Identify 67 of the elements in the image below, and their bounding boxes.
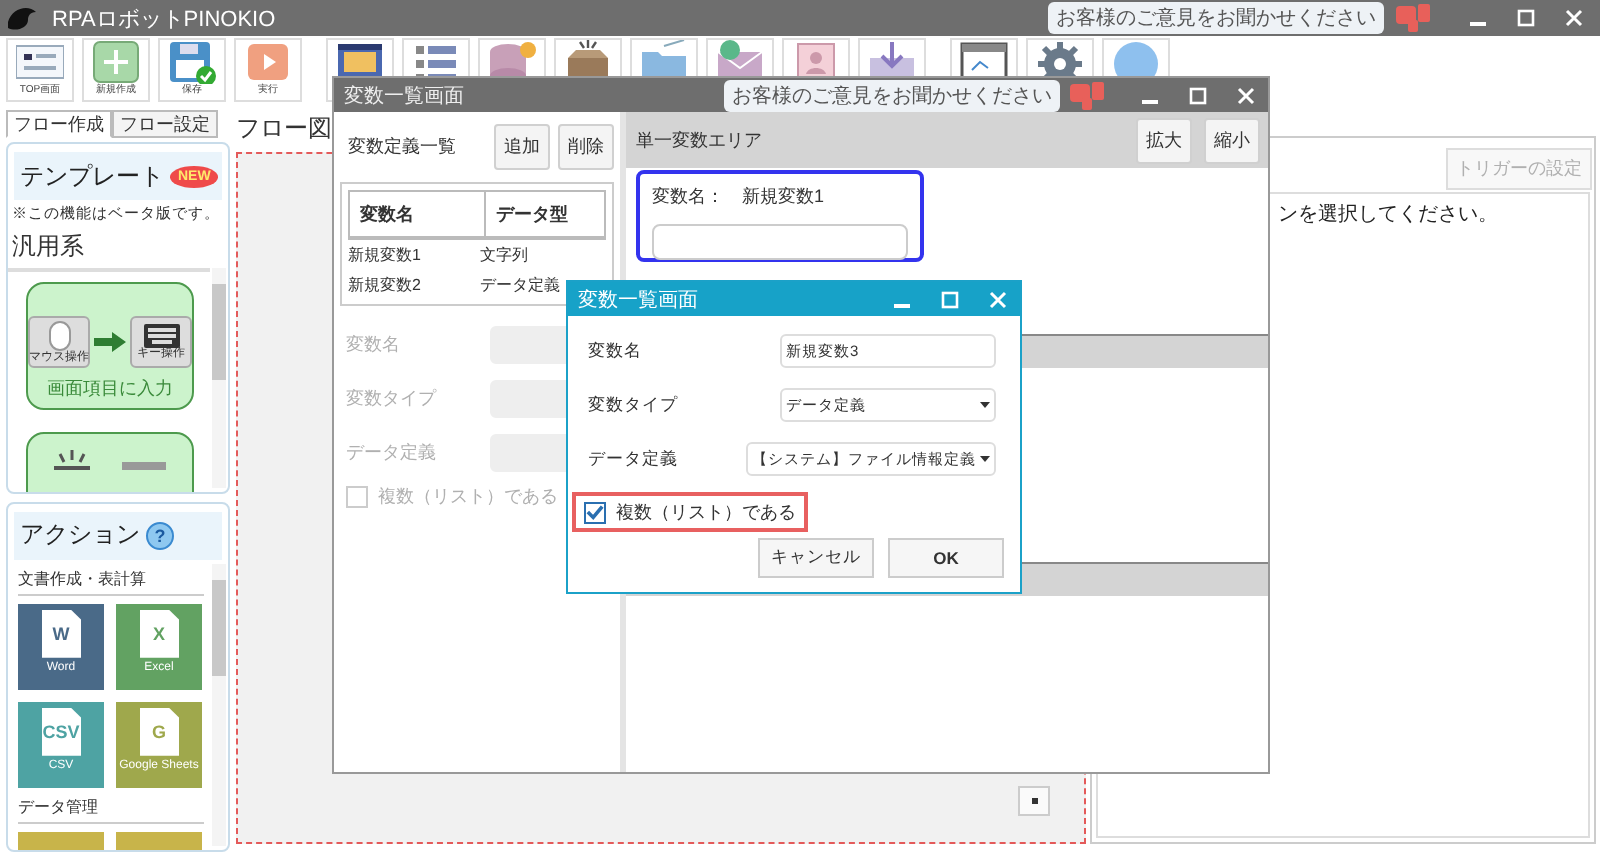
scrollbar[interactable] [212,563,226,846]
table-cell-text: 新規変数2 [348,274,423,296]
table-cell: データ定義 [480,274,560,296]
small-button[interactable] [1018,786,1050,816]
tab[interactable]: フロー設定 [112,110,218,138]
button[interactable]: 縮小 [1204,117,1260,163]
screen-icon [16,40,64,84]
button[interactable]: 拡大 [1136,117,1192,163]
field-label: データ定義 [346,440,438,466]
category-heading: 汎用系 [12,230,86,264]
column-header: 変数名 [350,192,486,236]
close-icon[interactable] [988,289,1008,309]
thumbs-down-icon[interactable] [1066,79,1110,111]
maximize-icon[interactable] [940,289,960,309]
check-icon [586,502,604,522]
section-title: 変数定義一覧 [348,134,458,160]
maximize-icon[interactable] [1516,8,1536,28]
panel-title: アクション [20,518,140,553]
button[interactable]: OK [888,538,1004,578]
checkbox[interactable] [584,501,606,523]
caret-icon [980,402,990,408]
message-text: ンを選択してください。 [1278,204,1498,226]
feedback-link[interactable]: お客様のご意見をお聞かせください [724,79,1060,111]
scrollbar[interactable] [212,268,226,488]
field-label: 変数名 [586,339,644,363]
keyboard-icon [143,323,179,347]
close-icon[interactable] [1236,85,1256,105]
file-badge: W [41,609,81,658]
checkbox-label: 複数（リスト）である [378,484,558,510]
section-heading: データ管理 [18,787,204,824]
window-title: RPAロボットPINOKIO [52,5,276,33]
plus-icon [92,40,140,84]
tab[interactable]: フロー作成 [6,110,112,138]
caret-icon [980,456,990,462]
feedback-link[interactable]: お客様のご意見をお聞かせください [1048,2,1384,34]
thumbs-down-icon[interactable] [1392,2,1436,34]
section-heading: 文書作成・表計算 [18,559,204,596]
field-value: 新規変数1 [742,184,825,210]
field-label: 変数名： [652,184,724,210]
bird-logo-icon [6,4,38,32]
file-badge: X [139,609,179,658]
input-field[interactable] [652,224,908,260]
button[interactable]: キャンセル [758,538,874,578]
checkbox-label: 複数（リスト）である [616,499,796,525]
field-label: データ定義 [586,447,680,471]
column-header: データ型 [494,201,568,227]
button[interactable]: 追加 [494,124,550,170]
button[interactable]: 削除 [558,124,614,170]
help-button[interactable]: ? [146,521,174,550]
close-icon[interactable] [1564,8,1584,28]
file-badge: CSV [41,707,81,756]
arrow-icon [94,332,126,352]
field-label: 変数タイプ [586,393,680,417]
window-title: 変数一覧画面 [578,287,698,313]
table-cell-text: 新規変数1 [348,244,423,266]
device-drawing [54,450,166,470]
file-badge: G [139,707,179,756]
section-title: 単一変数エリア [636,127,762,153]
window-title: 変数一覧画面 [344,83,464,109]
table-cell: 文字列 [480,244,528,266]
area-title: フロー図 [236,112,332,144]
mouse-icon [47,319,71,351]
panel-title: テンプレート [20,159,164,193]
field-label: 変数タイプ [346,386,439,412]
play-icon [244,40,292,84]
field-label: 変数名 [346,332,402,358]
maximize-icon[interactable] [1188,85,1208,105]
